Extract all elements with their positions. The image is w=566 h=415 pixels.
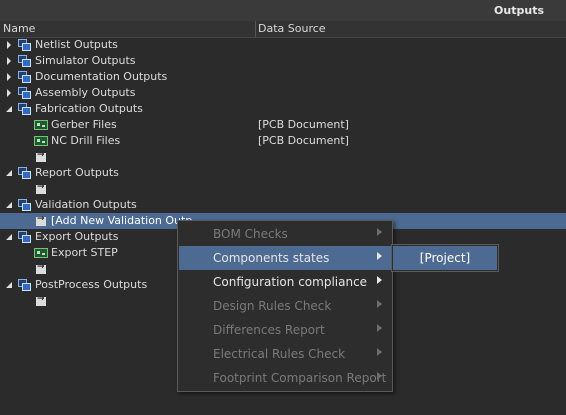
tree-row-validation-outputs[interactable]: Validation Outputs <box>0 197 566 213</box>
expand-arrow-icon[interactable] <box>4 88 14 98</box>
tree-label: Export STEP <box>51 246 118 259</box>
output-group-icon <box>18 167 31 179</box>
column-header-bar: Name Data Source <box>0 21 566 38</box>
pcb-output-icon <box>34 248 48 258</box>
submenu-item-label: [Project] <box>419 251 471 265</box>
tree-row-add-report-output[interactable] <box>0 181 566 197</box>
tree-label: NC Drill Files <box>51 134 121 147</box>
collapse-arrow-icon[interactable] <box>4 232 14 242</box>
output-group-icon <box>18 87 31 99</box>
column-header-name[interactable]: Name <box>3 22 35 35</box>
menu-item-label: Configuration compliance <box>213 275 368 289</box>
expand-arrow-icon[interactable] <box>4 72 14 82</box>
add-output-icon[interactable] <box>36 294 46 306</box>
submenu-arrow-icon <box>377 324 382 332</box>
expand-arrow-icon[interactable] <box>4 56 14 66</box>
tree-row-assembly-outputs[interactable]: Assembly Outputs <box>0 85 566 101</box>
collapse-arrow-icon[interactable] <box>4 280 14 290</box>
tree-label: [Add New Validation Outp <box>51 214 193 227</box>
add-output-icon[interactable] <box>36 262 46 274</box>
output-group-icon <box>18 39 31 51</box>
tree-label: Export Outputs <box>35 230 119 243</box>
output-group-icon <box>18 55 31 67</box>
submenu-components-states: [Project] <box>391 244 499 272</box>
expand-arrow-icon[interactable] <box>4 40 14 50</box>
add-output-icon[interactable] <box>36 182 46 194</box>
menu-item-label: Design Rules Check <box>213 299 332 313</box>
menu-item-components-states[interactable]: Components states <box>179 246 391 270</box>
context-menu: BOM Checks Components states Configurati… <box>177 220 393 392</box>
tree-label: PostProcess Outputs <box>35 278 148 291</box>
tree-row-documentation-outputs[interactable]: Documentation Outputs <box>0 69 566 85</box>
menu-item-design-rules-check[interactable]: Design Rules Check <box>179 294 391 318</box>
menu-item-label: Footprint Comparison Report <box>213 371 387 385</box>
tree-row-report-outputs[interactable]: Report Outputs <box>0 165 566 181</box>
collapse-arrow-icon[interactable] <box>4 168 14 178</box>
collapse-arrow-icon[interactable] <box>4 200 14 210</box>
menu-item-label: BOM Checks <box>213 227 288 241</box>
submenu-arrow-icon <box>377 252 382 260</box>
submenu-arrow-icon <box>377 300 382 308</box>
menu-item-label: Differences Report <box>213 323 325 337</box>
submenu-arrow-icon <box>377 276 382 284</box>
tree-label: Netlist Outputs <box>35 38 118 51</box>
data-source-cell[interactable]: [PCB Document] <box>258 134 349 147</box>
output-group-icon <box>18 231 31 243</box>
menu-item-label: Electrical Rules Check <box>213 347 346 361</box>
column-separator[interactable] <box>255 21 256 37</box>
tree-label: Documentation Outputs <box>35 70 168 83</box>
tree-row-fabrication-outputs[interactable]: Fabrication Outputs <box>0 101 566 117</box>
panel-titlebar: Outputs <box>0 0 566 22</box>
menu-item-electrical-rules-check[interactable]: Electrical Rules Check <box>179 342 391 366</box>
tree-row-netlist-outputs[interactable]: Netlist Outputs <box>0 37 566 53</box>
data-source-cell[interactable]: [PCB Document] <box>258 118 349 131</box>
collapse-arrow-icon[interactable] <box>4 104 14 114</box>
menu-item-footprint-comparison-report[interactable]: Footprint Comparison Report <box>179 366 391 390</box>
submenu-arrow-icon <box>377 228 382 236</box>
menu-item-label: Components states <box>213 251 330 265</box>
submenu-arrow-icon <box>377 372 382 380</box>
tree-row-add-fabrication-output[interactable] <box>0 149 566 165</box>
tree-label: Fabrication Outputs <box>35 102 143 115</box>
output-group-icon <box>18 279 31 291</box>
tree-row-nc-drill-files[interactable]: NC Drill Files [PCB Document] <box>0 133 566 149</box>
add-output-icon[interactable] <box>36 150 46 162</box>
add-output-icon[interactable] <box>36 214 46 226</box>
tree-label: Simulator Outputs <box>35 54 136 67</box>
tree-label: Assembly Outputs <box>35 86 136 99</box>
tree-label: Gerber Files <box>51 118 117 131</box>
tree-label: Report Outputs <box>35 166 119 179</box>
submenu-item-project[interactable]: [Project] <box>393 246 497 270</box>
tree-row-gerber-files[interactable]: Gerber Files [PCB Document] <box>0 117 566 133</box>
submenu-arrow-icon <box>377 348 382 356</box>
pcb-output-icon <box>34 120 48 130</box>
pcb-output-icon <box>34 136 48 146</box>
tree-label: Validation Outputs <box>35 198 137 211</box>
output-group-icon <box>18 103 31 115</box>
output-group-icon <box>18 199 31 211</box>
tree-row-simulator-outputs[interactable]: Simulator Outputs <box>0 53 566 69</box>
output-group-icon <box>18 71 31 83</box>
menu-item-bom-checks[interactable]: BOM Checks <box>179 222 391 246</box>
column-header-data-source[interactable]: Data Source <box>258 22 326 35</box>
menu-item-configuration-compliance[interactable]: Configuration compliance <box>179 270 391 294</box>
panel-title: Outputs <box>494 4 544 17</box>
menu-item-differences-report[interactable]: Differences Report <box>179 318 391 342</box>
